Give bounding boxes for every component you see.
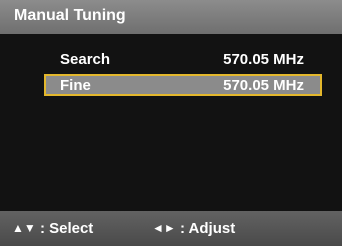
menu-item-value: 570.05 MHz (223, 51, 304, 68)
menu-item-label: Search (60, 51, 111, 68)
osd-screen: Manual Tuning Search 570.05 MHz Fine 570… (0, 0, 342, 246)
left-right-arrows-icon: ◄► (152, 221, 176, 235)
up-down-arrows-icon: ▲▼ (12, 221, 36, 235)
title-bar: Manual Tuning (0, 0, 342, 34)
page-title: Manual Tuning (14, 7, 126, 24)
menu-item-value: 570.05 MHz (223, 77, 304, 94)
adjust-hint-label: : Adjust (179, 220, 236, 237)
menu-item-label: Fine (60, 77, 91, 94)
adjust-hint: ◄► : Adjust (152, 220, 235, 237)
footer-help-bar: ▲▼ : Select ◄► : Adjust (0, 211, 342, 246)
tuning-menu: Search 570.05 MHz Fine 570.05 MHz (44, 48, 322, 100)
menu-item-search[interactable]: Search 570.05 MHz (44, 48, 322, 70)
menu-item-fine[interactable]: Fine 570.05 MHz (44, 74, 322, 96)
select-hint-label: : Select (39, 220, 94, 237)
select-hint: ▲▼ : Select (12, 220, 93, 237)
